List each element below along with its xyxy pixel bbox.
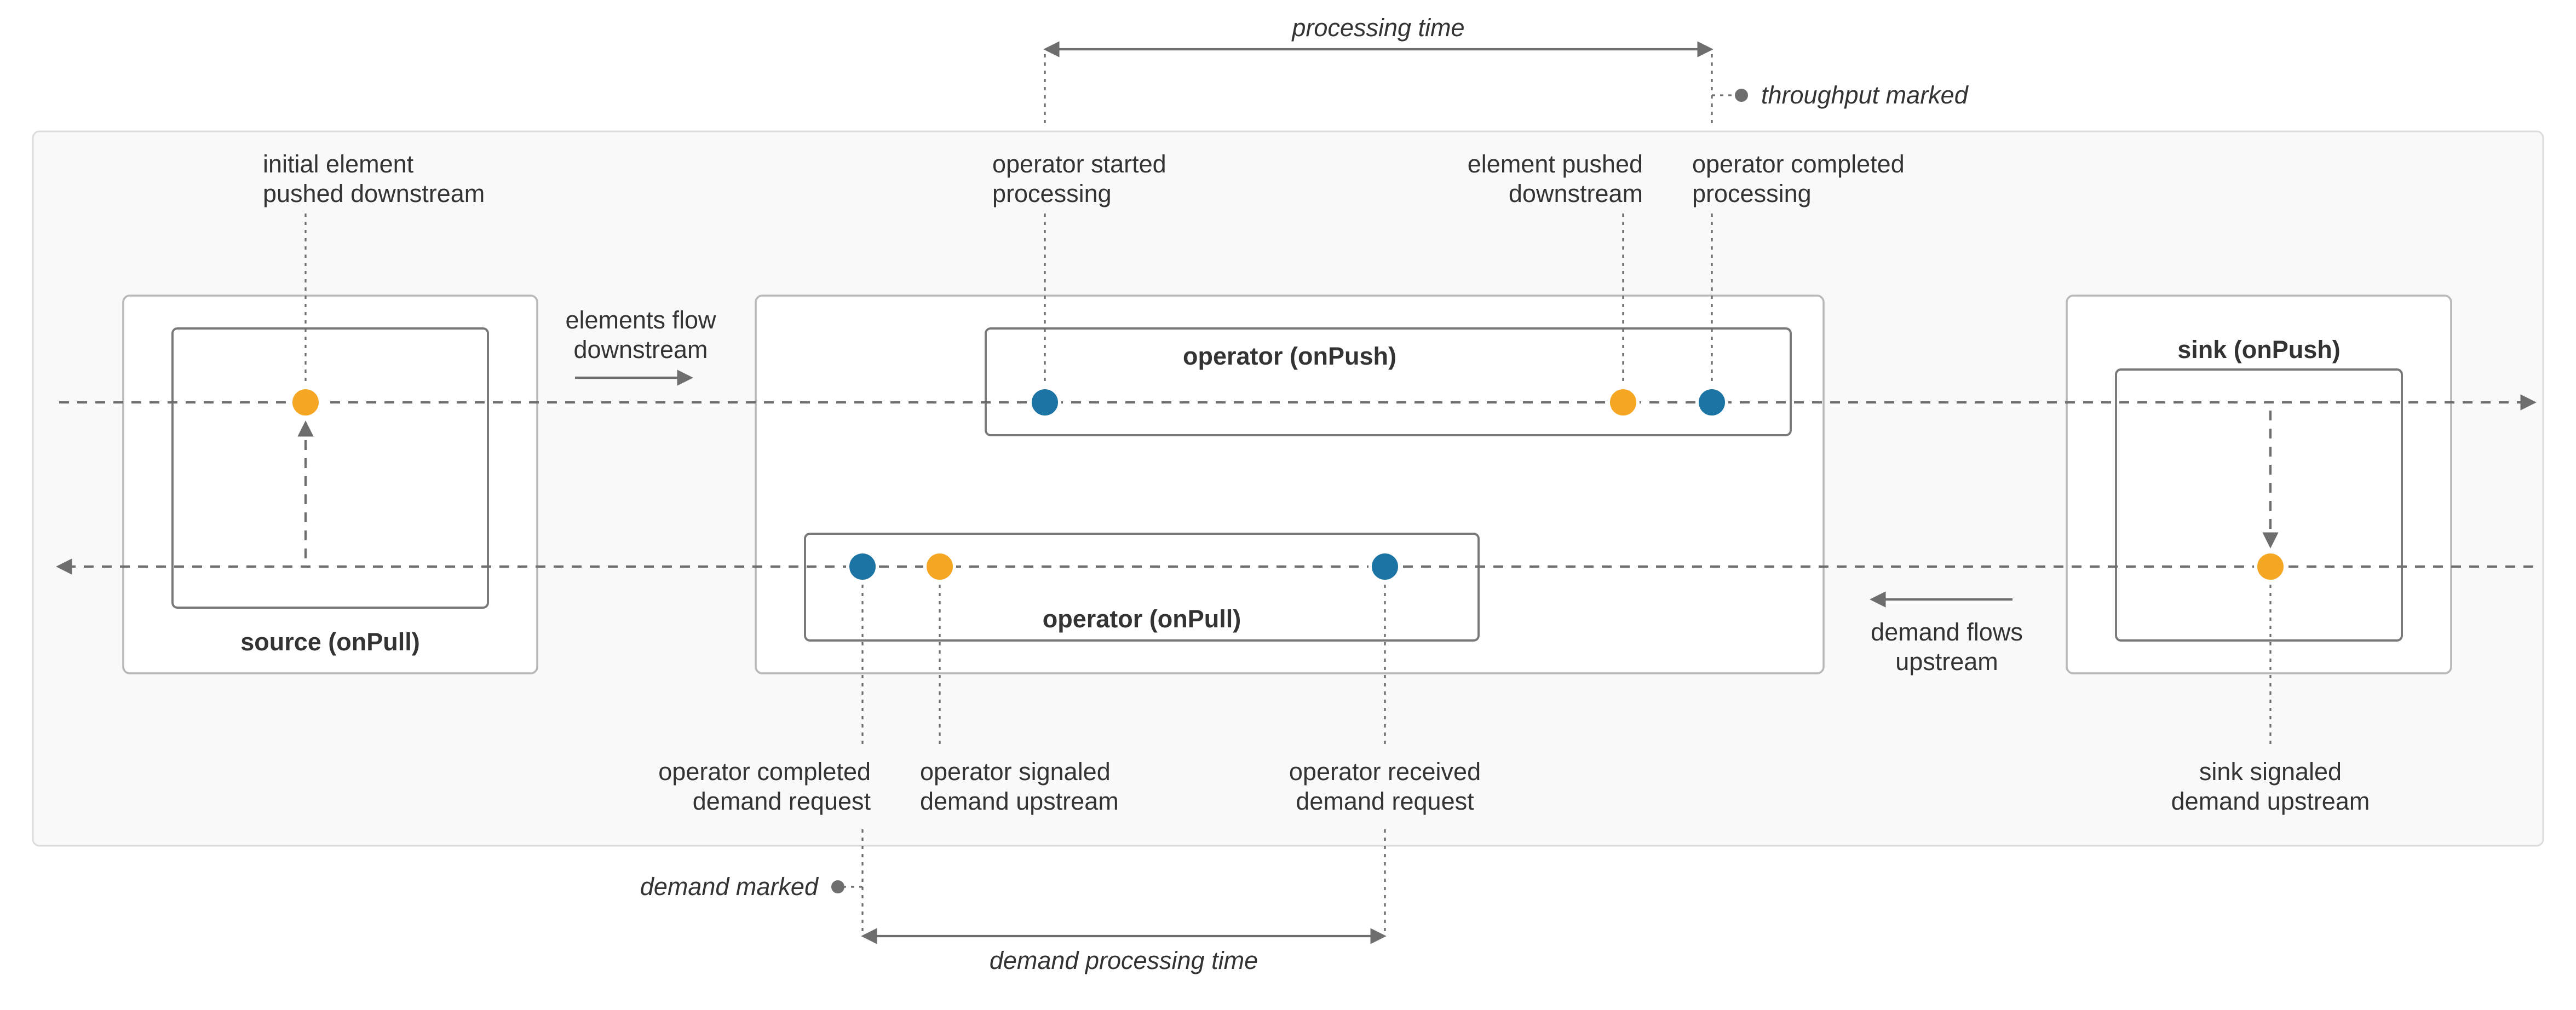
source-title: source (onPull) bbox=[240, 628, 420, 656]
sink-title: sink (onPush) bbox=[2177, 336, 2341, 363]
svg-text:demand upstream: demand upstream bbox=[920, 787, 1119, 815]
dot-op-recv-demand bbox=[1370, 552, 1400, 581]
dot-op-sig-demand bbox=[925, 552, 955, 581]
operator-onpush-title: operator (onPush) bbox=[1183, 342, 1396, 370]
processing-time-metric: processing time bbox=[1045, 14, 1712, 123]
operator-onpull-title: operator (onPull) bbox=[1043, 605, 1241, 633]
svg-text:demand request: demand request bbox=[693, 787, 871, 815]
svg-text:demand upstream: demand upstream bbox=[2171, 787, 2370, 815]
svg-text:elements flow: elements flow bbox=[565, 306, 716, 334]
svg-text:operator received: operator received bbox=[1289, 758, 1481, 786]
svg-text:sink signaled: sink signaled bbox=[2199, 758, 2342, 786]
dot-source-push bbox=[291, 388, 320, 417]
demand-marked: demand marked bbox=[640, 873, 863, 901]
demand-processing-time-metric: demand processing time bbox=[863, 829, 1385, 974]
svg-text:processing: processing bbox=[1692, 180, 1812, 207]
svg-text:operator completed: operator completed bbox=[1692, 150, 1905, 178]
svg-text:operator signaled: operator signaled bbox=[920, 758, 1111, 786]
svg-text:downstream: downstream bbox=[573, 336, 708, 363]
source-stage: source (onPull) bbox=[123, 296, 537, 673]
sink-stage: sink (onPush) bbox=[2067, 296, 2451, 673]
svg-text:element pushed: element pushed bbox=[1468, 150, 1643, 178]
dot-op-started bbox=[1030, 388, 1060, 417]
dot-elem-pushed bbox=[1608, 388, 1638, 417]
svg-text:demand request: demand request bbox=[1296, 787, 1474, 815]
dot-sink-sig-demand bbox=[2256, 552, 2285, 581]
svg-text:processing: processing bbox=[992, 180, 1112, 207]
svg-text:demand processing time: demand processing time bbox=[990, 946, 1258, 974]
svg-text:operator completed: operator completed bbox=[658, 758, 871, 786]
dot-op-comp-demand bbox=[848, 552, 877, 581]
svg-text:upstream: upstream bbox=[1895, 648, 1998, 676]
dot-op-completed bbox=[1697, 388, 1727, 417]
svg-text:downstream: downstream bbox=[1509, 180, 1643, 207]
svg-text:processing time: processing time bbox=[1291, 14, 1464, 42]
svg-text:demand flows: demand flows bbox=[1871, 618, 2023, 646]
svg-text:pushed downstream: pushed downstream bbox=[263, 180, 485, 207]
operator-stage: operator (onPush) operator (onPull) bbox=[756, 296, 1824, 673]
svg-text:throughput marked: throughput marked bbox=[1761, 81, 1969, 109]
svg-text:operator started: operator started bbox=[992, 150, 1166, 178]
stream-diagram: source (onPull) operator (onPush) operat… bbox=[0, 0, 2576, 1010]
svg-text:initial element: initial element bbox=[263, 150, 414, 178]
throughput-marked: throughput marked bbox=[1712, 81, 1969, 109]
svg-text:demand marked: demand marked bbox=[640, 873, 819, 901]
